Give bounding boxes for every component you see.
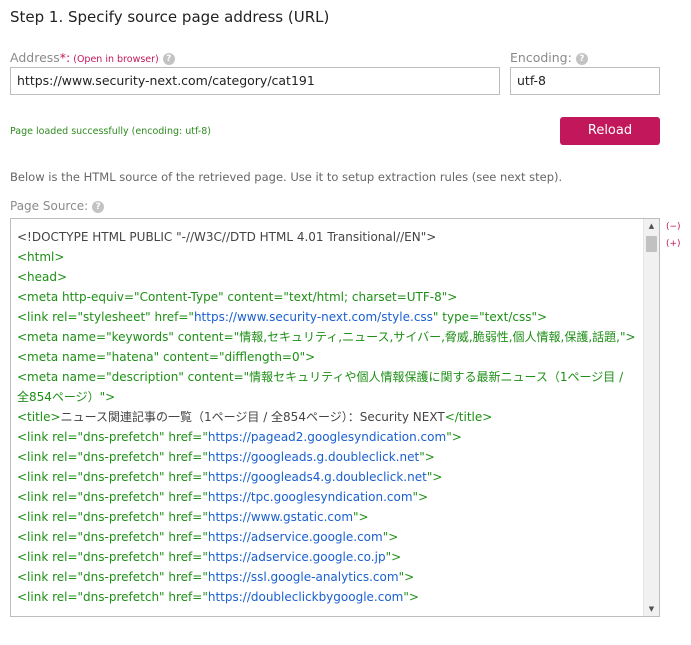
source-line: <link rel="dns-prefetch" href="https://t… xyxy=(17,487,638,507)
source-tag-text: "> xyxy=(353,510,369,524)
source-url-text: https://adservice.google.co.jp xyxy=(207,550,386,564)
source-url-text: https://www.security-next.com/style.css xyxy=(193,310,433,324)
source-line: <title>ニュース関連記事の一覧（1ページ目 / 全854ページ）：Secu… xyxy=(17,407,638,427)
scroll-up-icon[interactable]: ▲ xyxy=(644,219,659,233)
page-source-box[interactable]: <!DOCTYPE HTML PUBLIC "-//W3C//DTD HTML … xyxy=(10,218,660,617)
source-tag-text: <meta name="keywords" content="情報,セキュリティ… xyxy=(17,330,636,344)
source-tag-text: <link rel="dns-prefetch" href=" xyxy=(17,550,208,564)
source-tag-text: "> xyxy=(426,470,443,484)
source-tag-text: <link rel="stylesheet" href=" xyxy=(17,310,194,324)
source-line: <link rel="dns-prefetch" href="https://g… xyxy=(17,467,638,487)
source-line: <meta name="keywords" content="情報,セキュリティ… xyxy=(17,327,638,347)
source-url-text: https://tpc.googlesyndication.com xyxy=(207,490,413,504)
status-message: Page loaded successfully (encoding: utf-… xyxy=(10,126,211,137)
source-url-text: https://doubleclickbygoogle.com xyxy=(207,590,404,604)
source-tag-text: "> xyxy=(419,450,435,464)
address-label: Address xyxy=(10,50,60,65)
source-tag-text: <head> xyxy=(17,270,68,284)
source-line: <head> xyxy=(17,267,638,287)
source-url-text: https://adservice.google.com xyxy=(207,530,383,544)
source-line: <!DOCTYPE HTML PUBLIC "-//W3C//DTD HTML … xyxy=(17,227,638,247)
help-icon[interactable]: ? xyxy=(92,201,105,213)
scroll-down-icon[interactable]: ▼ xyxy=(644,602,659,616)
source-tag-text: <meta name="hatena" content="difflength=… xyxy=(17,350,316,364)
source-line: <meta name="hatena" content="difflength=… xyxy=(17,347,638,367)
source-tag-text: " type="text/css"> xyxy=(432,310,548,324)
source-line: <html> xyxy=(17,247,638,267)
help-icon[interactable]: ? xyxy=(162,53,175,65)
source-line: <link rel="dns-prefetch" href="https://a… xyxy=(17,527,638,547)
page-source-content[interactable]: <!DOCTYPE HTML PUBLIC "-//W3C//DTD HTML … xyxy=(11,219,644,616)
vertical-scrollbar[interactable]: ▲ ▼ xyxy=(643,219,659,616)
source-tag-text: </title> xyxy=(444,410,493,424)
source-line: <link rel="stylesheet" href="https://www… xyxy=(17,307,638,327)
reload-button[interactable]: Reload xyxy=(560,117,660,145)
source-line: <link rel="dns-prefetch" href="https://a… xyxy=(17,547,638,567)
source-doctype-text: <!DOCTYPE HTML PUBLIC "-//W3C//DTD HTML … xyxy=(17,230,437,244)
source-tag-text: <link rel="dns-prefetch" href=" xyxy=(17,570,208,584)
source-tag-text: "> xyxy=(398,570,415,584)
source-tag-text: "> xyxy=(403,590,419,604)
source-tag-text: <link rel="dns-prefetch" href=" xyxy=(17,430,208,444)
source-tag-text: "> xyxy=(412,490,429,504)
source-tag-text: <html> xyxy=(17,250,65,264)
source-description: Below is the HTML source of the retrieve… xyxy=(10,170,563,184)
page-source-label: Page Source: xyxy=(10,199,89,213)
source-line: <link rel="dns-prefetch" href="https://w… xyxy=(17,507,638,527)
page-source-label-row: Page Source:? xyxy=(10,199,105,213)
open-in-browser-link[interactable]: (Open in browser) xyxy=(73,54,159,65)
source-tag-text: <link rel="dns-prefetch" href=" xyxy=(17,510,208,524)
source-tag-text: "> xyxy=(446,430,462,444)
expand-source-toggle[interactable]: (+) xyxy=(666,239,681,249)
source-tag-text: <meta name="description" content="情報セキュリ… xyxy=(17,370,624,404)
source-url-text: https://pagead2.googlesyndication.com xyxy=(207,430,447,444)
source-line: <meta http-equiv="Content-Type" content=… xyxy=(17,287,638,307)
source-tag-text: <link rel="dns-prefetch" href=" xyxy=(17,530,208,544)
source-tag-text: <link rel="dns-prefetch" href=" xyxy=(17,450,208,464)
source-tag-text: "> xyxy=(382,530,399,544)
source-line: <link rel="dns-prefetch" href="https://g… xyxy=(17,447,638,467)
source-url-text: https://googleads4.g.doubleclick.net xyxy=(207,470,427,484)
source-url-text: https://www.gstatic.com xyxy=(207,510,354,524)
help-icon[interactable]: ? xyxy=(575,53,588,65)
encoding-label-row: Encoding:? xyxy=(510,50,588,65)
source-line: <link rel="dns-prefetch" href="https://p… xyxy=(17,427,638,447)
scroll-thumb[interactable] xyxy=(646,236,657,252)
source-url-text: https://ssl.google-analytics.com xyxy=(207,570,399,584)
source-tag-text: "> xyxy=(385,550,402,564)
source-tag-text: <link rel="dns-prefetch" href=" xyxy=(17,470,208,484)
address-input[interactable]: https://www.security-next.com/category/c… xyxy=(10,67,500,95)
encoding-input[interactable]: utf-8 xyxy=(510,67,660,95)
source-tag-text: <link rel="dns-prefetch" href=" xyxy=(17,490,208,504)
source-line: <meta name="description" content="情報セキュリ… xyxy=(17,367,638,407)
source-text-text: ニュース関連記事の一覧（1ページ目 / 全854ページ）：Security NE… xyxy=(60,410,445,424)
source-url-text: https://googleads.g.doubleclick.net xyxy=(207,450,420,464)
required-mark: *: xyxy=(59,50,71,65)
collapse-source-toggle[interactable]: (−) xyxy=(666,222,681,232)
source-tag-text: <meta http-equiv="Content-Type" content=… xyxy=(17,290,458,304)
address-label-row: Address*: (Open in browser)? xyxy=(10,50,175,65)
source-tag-text: <title> xyxy=(17,410,61,424)
source-tag-text: <link rel="dns-prefetch" href=" xyxy=(17,590,208,604)
step-title: Step 1. Specify source page address (URL… xyxy=(10,8,330,26)
encoding-label: Encoding: xyxy=(510,50,572,65)
source-line: <link rel="dns-prefetch" href="https://s… xyxy=(17,567,638,587)
source-line: <link rel="dns-prefetch" href="https://d… xyxy=(17,587,638,607)
